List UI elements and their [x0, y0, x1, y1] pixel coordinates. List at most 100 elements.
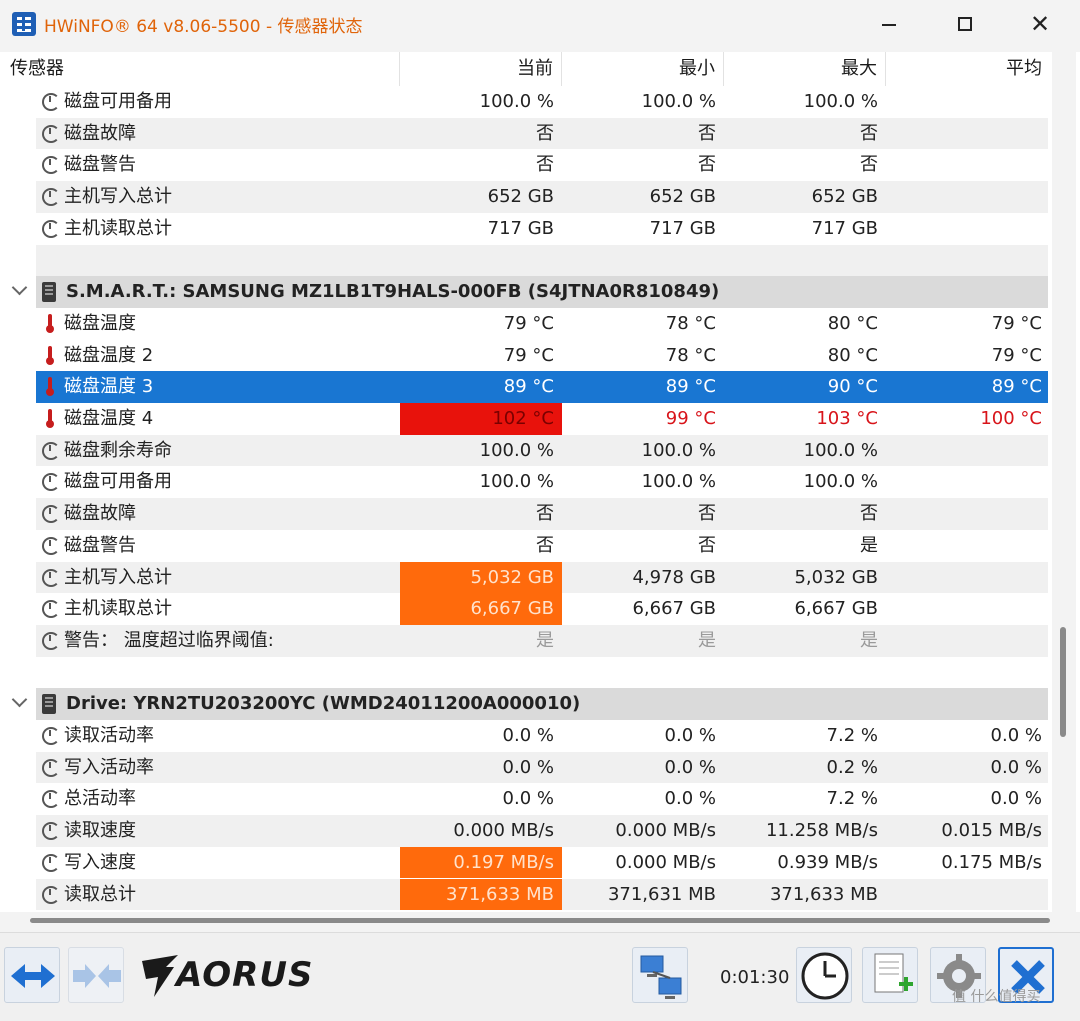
- value-current: 0.000 MB/s: [453, 820, 554, 842]
- sensor-row[interactable]: 磁盘温度 2 79 °C 78 °C 80 °C 79 °C: [0, 340, 1050, 372]
- reset-timer-button[interactable]: [796, 947, 852, 1003]
- drive-icon: [42, 694, 56, 715]
- value-current: 717 GB: [487, 217, 554, 239]
- sensor-group-header[interactable]: Drive: YRN2TU203200YC (WMD24011200A00001…: [0, 688, 1050, 720]
- sensor-row[interactable]: 警告： 温度超过临界阈值: 是 是 是: [0, 624, 1050, 657]
- elapsed-timer: 0:01:30: [720, 967, 790, 988]
- maximize-button[interactable]: [934, 0, 994, 48]
- clock-icon: [40, 123, 60, 143]
- sensor-group-header[interactable]: S.M.A.R.T.: SAMSUNG MZ1LB1T9HALS-000FB (…: [0, 276, 1050, 308]
- sensor-row[interactable]: 写入活动率 0.0 % 0.0 % 0.2 % 0.0 %: [0, 751, 1050, 784]
- sensor-name: 磁盘温度 3: [64, 376, 154, 398]
- value-max: 11.258 MB/s: [765, 820, 878, 842]
- close-icon: ✕: [1030, 10, 1051, 38]
- sensor-table[interactable]: 传感器 当前 最小 最大 平均 磁盘可用备用 100.0 % 100.0 % 100.…: [0, 52, 1080, 912]
- value-current: 0.0 %: [502, 756, 554, 778]
- sensor-row[interactable]: 磁盘故障 否 否 否: [0, 117, 1050, 150]
- table-header: 传感器 当前 最小 最大 平均: [0, 52, 1050, 86]
- thermometer-icon: [40, 376, 60, 397]
- value-avg: [886, 530, 1050, 562]
- sensor-row[interactable]: 磁盘警告 否 否 是: [0, 530, 1050, 562]
- chevron-down-icon[interactable]: [10, 692, 30, 712]
- inward-arrow-icon: [73, 964, 121, 988]
- expand-arrows-button[interactable]: [4, 947, 60, 1003]
- value-max: 90 °C: [827, 376, 878, 398]
- value-current: 否: [536, 534, 554, 556]
- collapse-arrows-button[interactable]: [68, 947, 124, 1003]
- sensor-row[interactable]: 主机读取总计 717 GB 717 GB 717 GB: [0, 213, 1050, 245]
- value-min: 0.000 MB/s: [615, 820, 716, 842]
- horizontal-scrollbar[interactable]: [0, 912, 1080, 930]
- sensor-row[interactable]: 读取总计 371,633 MB 371,631 MB 371,633 MB: [0, 878, 1050, 911]
- column-header-max[interactable]: 最大: [724, 52, 886, 86]
- column-header-avg[interactable]: 平均: [886, 52, 1050, 86]
- column-header-min[interactable]: 最小: [562, 52, 724, 86]
- hwinfo-app-icon: [12, 12, 36, 36]
- value-min: 是: [698, 629, 716, 651]
- sensor-row[interactable]: 主机写入总计 5,032 GB 4,978 GB 5,032 GB: [0, 561, 1050, 594]
- spacer-row: [0, 244, 1050, 277]
- value-avg: [886, 625, 1050, 657]
- value-current: 79 °C: [503, 312, 554, 334]
- group-name: S.M.A.R.T.: SAMSUNG MZ1LB1T9HALS-000FB (…: [66, 281, 720, 303]
- value-max: 7.2 %: [826, 725, 878, 746]
- value-max: 5,032 GB: [794, 566, 878, 588]
- value-max: 100.0 %: [803, 91, 878, 112]
- network-button[interactable]: [632, 947, 688, 1003]
- sensor-row[interactable]: 磁盘温度 79 °C 78 °C 80 °C 79 °C: [0, 308, 1050, 340]
- clock-icon: [40, 820, 60, 841]
- sensor-row[interactable]: 读取速度 0.000 MB/s 0.000 MB/s 11.258 MB/s 0.015…: [0, 815, 1050, 847]
- sensor-name: 磁盘故障: [64, 503, 136, 525]
- value-avg: 0.0 %: [990, 725, 1042, 746]
- close-window-button[interactable]: ✕: [1008, 0, 1068, 48]
- clock-icon: [40, 440, 60, 460]
- sensor-row[interactable]: 主机写入总计 652 GB 652 GB 652 GB: [0, 181, 1050, 213]
- sensor-row[interactable]: 写入速度 0.197 MB/s 0.000 MB/s 0.939 MB/s 0.175 …: [0, 846, 1050, 879]
- sensor-name: 读取活动率: [64, 725, 154, 746]
- value-max: 是: [860, 629, 878, 651]
- aorus-brand-text: AORUS: [176, 955, 314, 995]
- sensor-row[interactable]: 磁盘可用备用 100.0 % 100.0 % 100.0 %: [0, 466, 1050, 498]
- vertical-scroll-thumb[interactable]: [1060, 627, 1066, 737]
- chevron-down-icon[interactable]: [10, 280, 30, 300]
- value-min: 否: [698, 154, 716, 176]
- value-min: 89 °C: [665, 376, 716, 398]
- value-max: 6,667 GB: [794, 598, 878, 620]
- logging-button[interactable]: [862, 947, 918, 1003]
- sensor-row[interactable]: 磁盘警告 否 否 否: [0, 149, 1050, 181]
- sensor-row[interactable]: 读取活动率 0.0 % 0.0 % 7.2 % 0.0 %: [0, 720, 1050, 752]
- value-min: 99 °C: [665, 408, 716, 429]
- minimize-icon: [882, 24, 896, 26]
- sensor-name: 写入速度: [64, 851, 136, 873]
- column-header-current[interactable]: 当前: [400, 52, 562, 86]
- horizontal-scroll-thumb[interactable]: [30, 918, 1050, 923]
- clock-icon: [40, 630, 60, 650]
- value-min: 否: [698, 534, 716, 556]
- sensor-name: 写入活动率: [64, 756, 154, 778]
- column-header-sensor[interactable]: 传感器: [0, 52, 400, 86]
- value-max: 0.2 %: [826, 756, 878, 778]
- sensor-row[interactable]: 磁盘温度 3 89 °C 89 °C 90 °C 89 °C: [0, 371, 1050, 403]
- clock-icon: [40, 852, 60, 872]
- sensor-row[interactable]: 磁盘故障 否 否 否: [0, 498, 1050, 530]
- sensor-row[interactable]: 主机读取总计 6,667 GB 6,667 GB 6,667 GB: [0, 593, 1050, 625]
- value-avg: [886, 149, 1050, 181]
- sensor-row[interactable]: 总活动率 0.0 % 0.0 % 7.2 % 0.0 %: [0, 783, 1050, 815]
- vertical-scrollbar[interactable]: [1052, 52, 1076, 912]
- value-avg: 0.015 MB/s: [941, 820, 1042, 842]
- sensor-row[interactable]: 磁盘剩余寿命 100.0 % 100.0 % 100.0 %: [0, 434, 1050, 467]
- value-avg: 0.0 %: [990, 756, 1042, 778]
- value-avg: [886, 213, 1050, 245]
- value-max: 否: [860, 122, 878, 144]
- clock-icon: [40, 567, 60, 587]
- sensor-row[interactable]: 磁盘可用备用 100.0 % 100.0 % 100.0 %: [0, 86, 1050, 118]
- value-current: 102 °C: [400, 403, 562, 435]
- sensor-row[interactable]: 磁盘温度 4 102 °C 99 °C 103 °C 100 °C: [0, 403, 1050, 435]
- title-bar[interactable]: HWiNFO® 64 v8.06-5500 - 传感器状态 ✕: [0, 0, 1080, 48]
- minimize-button[interactable]: [858, 0, 918, 48]
- value-min: 否: [698, 503, 716, 525]
- sensor-name: 磁盘可用备用: [64, 91, 172, 112]
- value-current: 100.0 %: [479, 439, 554, 461]
- sensor-name: 磁盘剩余寿命: [64, 439, 172, 461]
- value-avg: [886, 118, 1050, 150]
